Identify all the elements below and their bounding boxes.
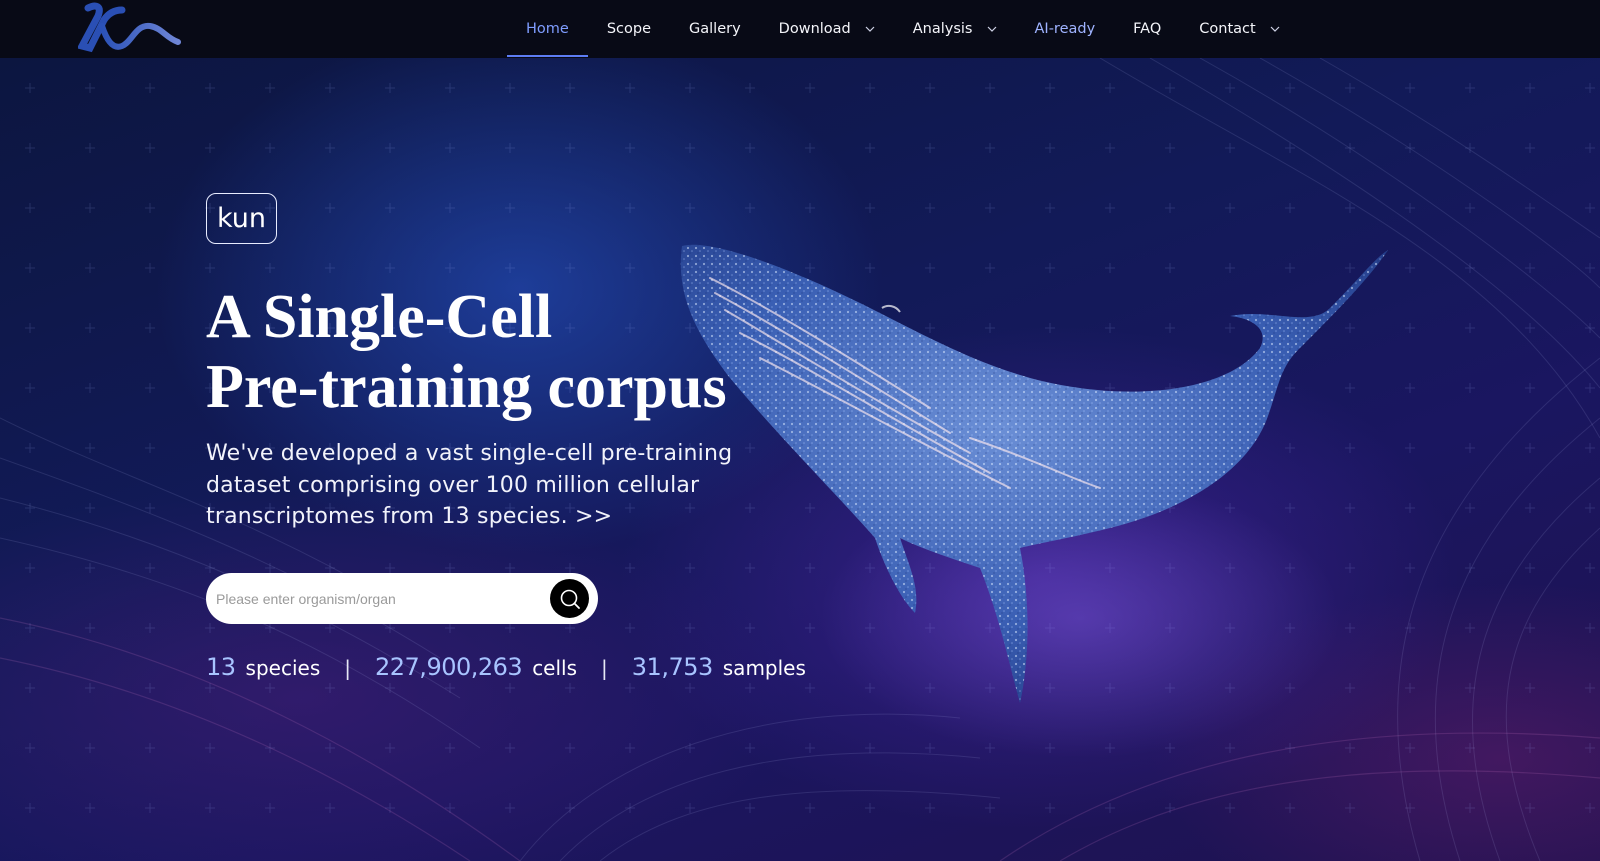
search-button[interactable]: [550, 579, 589, 618]
cells-label: cells: [532, 656, 578, 680]
nav-faq-label: FAQ: [1133, 21, 1162, 37]
page-title-line1: A Single-Cell: [206, 283, 553, 351]
nav-scope-label: Scope: [606, 21, 652, 37]
page-title-line2: Pre-training corpus: [206, 353, 727, 421]
samples-count: 31,753: [631, 653, 713, 681]
chevron-down-icon: [865, 26, 875, 32]
kun-logo[interactable]: [78, 2, 182, 54]
nav-analysis[interactable]: Analysis: [894, 0, 1016, 58]
hero-section: kun A Single-Cell Pre-training corpus We…: [0, 58, 1600, 861]
page-title: A Single-Cell Pre-training corpus: [206, 282, 826, 422]
cells-count: 227,900,263: [375, 653, 523, 681]
main-nav: Home Scope Gallery Download Analysis AI-…: [507, 0, 1299, 58]
nav-ai-ready-label: AI-ready: [1034, 21, 1096, 37]
hero-description-text: We've developed a vast single-cell pre-t…: [206, 441, 733, 529]
species-label: species: [245, 656, 321, 680]
nav-faq[interactable]: FAQ: [1114, 0, 1180, 58]
stat-separator: |: [601, 656, 608, 680]
nav-gallery-label: Gallery: [689, 21, 741, 37]
nav-home-label: Home: [526, 21, 569, 37]
nav-ai-ready[interactable]: AI-ready: [1016, 0, 1115, 58]
nav-download[interactable]: Download: [760, 0, 894, 58]
nav-download-label: Download: [778, 21, 851, 37]
search-icon: [560, 589, 580, 609]
search-box: [206, 573, 598, 624]
kun-badge: kun: [206, 193, 277, 244]
samples-label: samples: [722, 656, 806, 680]
chevron-down-icon: [987, 26, 996, 32]
hero-description: We've developed a vast single-cell pre-t…: [206, 438, 776, 533]
species-count: 13: [206, 653, 236, 681]
top-navigation-bar: Home Scope Gallery Download Analysis AI-…: [0, 0, 1600, 58]
nav-contact[interactable]: Contact: [1180, 0, 1298, 58]
nav-analysis-label: Analysis: [912, 21, 973, 37]
nav-home[interactable]: Home: [507, 0, 588, 58]
nav-scope[interactable]: Scope: [588, 0, 670, 58]
chevron-down-icon: [1270, 26, 1280, 32]
nav-contact-label: Contact: [1199, 21, 1256, 37]
stats-bar: 13 species | 227,900,263 cells | 31,753 …: [206, 653, 806, 681]
stat-separator: |: [344, 656, 351, 680]
search-input[interactable]: [216, 583, 546, 614]
nav-gallery[interactable]: Gallery: [670, 0, 760, 58]
read-more-link[interactable]: >>: [575, 504, 612, 529]
